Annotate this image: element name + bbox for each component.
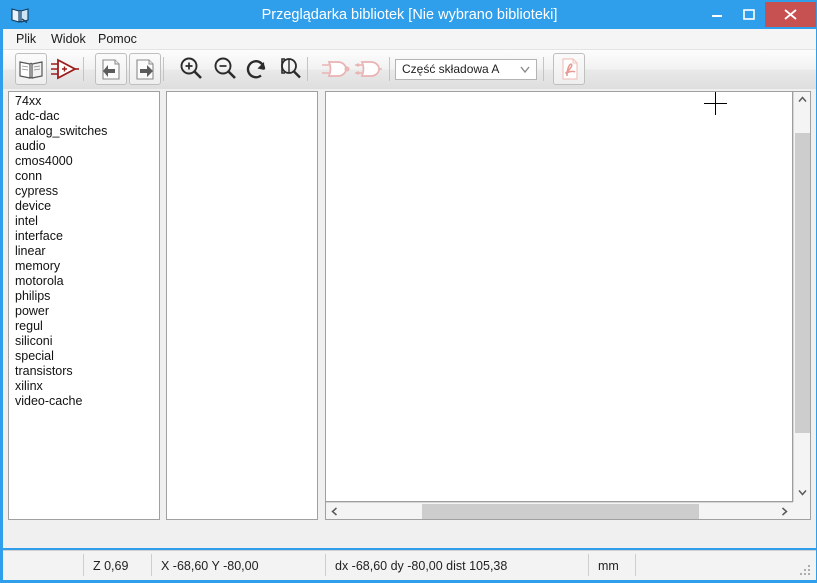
relative-position: dx -68,60 dy -80,00 dist 105,38	[335, 557, 507, 575]
chevron-down-icon	[519, 64, 531, 78]
library-list-item[interactable]: intel	[9, 214, 159, 229]
select-component-button[interactable]	[49, 53, 81, 85]
library-list-item[interactable]: siliconi	[9, 334, 159, 349]
crosshair-cursor	[704, 92, 727, 115]
vertical-scrollbar[interactable]	[793, 92, 810, 502]
zoom-in-button[interactable]	[175, 53, 207, 85]
maximize-button[interactable]	[733, 2, 764, 27]
part-select-value: Część składowa A	[402, 60, 499, 79]
toolbar-separator	[543, 57, 544, 81]
library-list-item[interactable]: power	[9, 304, 159, 319]
library-list-item[interactable]: memory	[9, 259, 159, 274]
status-separator	[325, 554, 326, 576]
menu-widok[interactable]: Widok	[46, 31, 91, 48]
status-separator	[83, 554, 84, 576]
window-title: Przeglądarka bibliotek [Nie wybrano bibl…	[1, 1, 817, 29]
application-window: Przeglądarka bibliotek [Nie wybrano bibl…	[0, 0, 817, 583]
symbol-canvas-pane[interactable]	[325, 91, 811, 520]
chevron-left-icon[interactable]	[326, 503, 343, 520]
resize-grip-icon[interactable]	[800, 565, 812, 577]
library-list-item[interactable]: regul	[9, 319, 159, 334]
client-area: 74xxadc-dacanalog_switchesaudiocmos4000c…	[3, 89, 816, 548]
library-list-item[interactable]: philips	[9, 289, 159, 304]
status-separator	[151, 554, 152, 576]
library-list-item[interactable]: 74xx	[9, 94, 159, 109]
zoom-level: Z 0,69	[93, 557, 128, 575]
library-list-item[interactable]: video-cache	[9, 394, 159, 409]
export-pdf-button	[553, 53, 585, 85]
library-list-item[interactable]: cmos4000	[9, 154, 159, 169]
previous-part-button	[319, 53, 351, 85]
minimize-button[interactable]	[701, 2, 732, 27]
symbol-canvas[interactable]	[326, 92, 793, 502]
chevron-down-icon[interactable]	[794, 485, 811, 502]
units: mm	[598, 557, 619, 575]
next-component-button[interactable]	[129, 53, 161, 85]
library-list-item[interactable]: conn	[9, 169, 159, 184]
toolbar-separator	[307, 57, 308, 81]
select-library-button[interactable]	[15, 53, 47, 85]
cursor-position: X -68,60 Y -80,00	[161, 557, 259, 575]
zoom-out-button[interactable]	[209, 53, 241, 85]
previous-component-button[interactable]	[95, 53, 127, 85]
library-list-item[interactable]: special	[9, 349, 159, 364]
vertical-scrollbar-thumb[interactable]	[795, 133, 810, 433]
part-select-dropdown[interactable]: Część składowa A	[395, 59, 537, 80]
menu-plik[interactable]: Plik	[11, 31, 41, 48]
status-separator	[635, 554, 636, 576]
library-list-item[interactable]: interface	[9, 229, 159, 244]
menu-bar: Plik Widok Pomoc	[3, 29, 816, 50]
redraw-view-button[interactable]	[241, 53, 273, 85]
library-list: 74xxadc-dacanalog_switchesaudiocmos4000c…	[9, 94, 159, 409]
horizontal-scrollbar[interactable]	[326, 502, 793, 519]
library-list-item[interactable]: audio	[9, 139, 159, 154]
library-list-item[interactable]: device	[9, 199, 159, 214]
toolbar-separator	[163, 57, 164, 81]
status-separator	[588, 554, 589, 576]
library-list-item[interactable]: analog_switches	[9, 124, 159, 139]
library-list-pane[interactable]: 74xxadc-dacanalog_switchesaudiocmos4000c…	[8, 91, 160, 520]
library-list-item[interactable]: cypress	[9, 184, 159, 199]
close-button[interactable]	[765, 2, 816, 27]
scrollbar-corner	[793, 502, 810, 519]
chevron-right-icon[interactable]	[776, 503, 793, 520]
zoom-fit-button[interactable]	[274, 53, 306, 85]
horizontal-scrollbar-thumb[interactable]	[422, 504, 699, 519]
title-bar: Przeglądarka bibliotek [Nie wybrano bibl…	[1, 1, 817, 29]
library-list-item[interactable]: adc-dac	[9, 109, 159, 124]
component-list-pane[interactable]	[166, 91, 318, 520]
status-bar: Z 0,69 X -68,60 Y -80,00 dx -68,60 dy -8…	[3, 550, 816, 580]
library-list-item[interactable]: transistors	[9, 364, 159, 379]
next-part-button	[351, 53, 383, 85]
chevron-up-icon[interactable]	[794, 92, 811, 109]
library-list-item[interactable]: motorola	[9, 274, 159, 289]
menu-pomoc[interactable]: Pomoc	[93, 31, 142, 48]
toolbar-separator	[389, 57, 390, 81]
toolbar-separator	[83, 57, 84, 81]
library-list-item[interactable]: xilinx	[9, 379, 159, 394]
library-list-item[interactable]: linear	[9, 244, 159, 259]
